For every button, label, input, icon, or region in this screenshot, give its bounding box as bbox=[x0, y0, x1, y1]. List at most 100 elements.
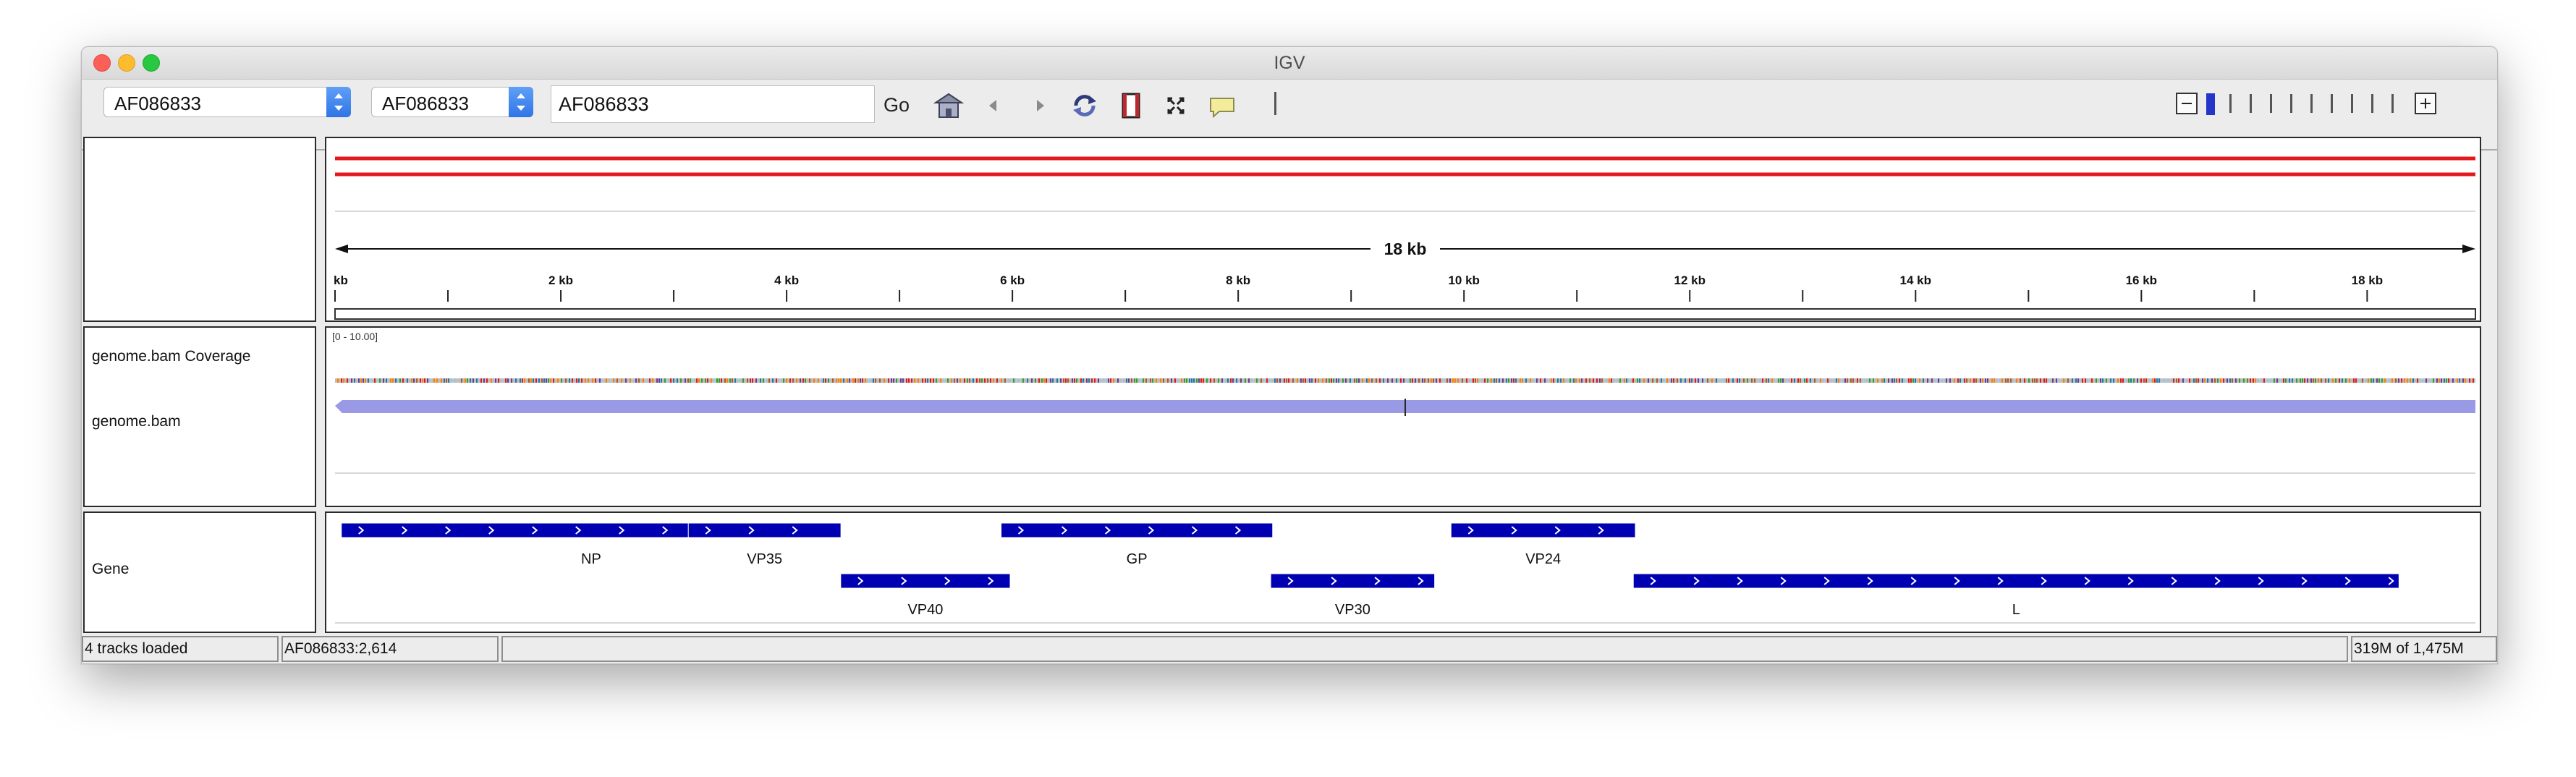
coverage-mismatch bbox=[820, 378, 821, 383]
coverage-mismatch bbox=[448, 378, 449, 383]
coverage-mismatch bbox=[1536, 378, 1538, 383]
zoom-level-tick[interactable] bbox=[2229, 94, 2232, 113]
zoom-out-icon[interactable] bbox=[2176, 93, 2198, 114]
gene-body[interactable] bbox=[1270, 573, 1436, 589]
zoom-level-tick[interactable] bbox=[2331, 94, 2333, 113]
gene-track-label[interactable]: Gene bbox=[92, 561, 129, 578]
ruler-tick-label: 2 kb bbox=[548, 273, 573, 287]
gene-feature-vp40[interactable]: VP40 bbox=[840, 573, 1011, 618]
gene-body[interactable] bbox=[840, 573, 1011, 589]
coverage-mismatch bbox=[1110, 378, 1111, 383]
coverage-mismatch bbox=[1431, 378, 1432, 383]
coverage-mismatch bbox=[1230, 378, 1232, 383]
coverage-mismatch bbox=[1919, 378, 1920, 383]
go-button[interactable]: Go bbox=[884, 94, 910, 116]
coverage-mismatch bbox=[1959, 378, 1961, 383]
zoom-level-tick[interactable] bbox=[2351, 94, 2353, 113]
coverage-mismatch bbox=[902, 378, 904, 383]
coverage-mismatch bbox=[383, 378, 384, 383]
coverage-mismatch bbox=[1256, 378, 1258, 383]
coverage-mismatch bbox=[1253, 378, 1254, 383]
zoom-level-tick[interactable] bbox=[2270, 94, 2272, 113]
coverage-mismatch bbox=[498, 378, 499, 383]
zoom-level-tick[interactable] bbox=[2391, 94, 2394, 113]
coverage-mismatch bbox=[2313, 378, 2314, 383]
gene-feature-gp[interactable]: GP bbox=[1001, 522, 1274, 567]
coverage-mismatch bbox=[1964, 378, 1965, 383]
coverage-mismatch bbox=[2217, 378, 2219, 383]
zoom-level-tick[interactable] bbox=[2371, 94, 2373, 113]
coverage-mismatch bbox=[927, 378, 928, 383]
coverage-mismatch bbox=[2444, 378, 2445, 383]
coverage-mismatch bbox=[1762, 378, 1763, 383]
coverage-mismatch bbox=[1637, 378, 1638, 383]
coverage-mismatch bbox=[2193, 378, 2195, 383]
coverage-mismatch bbox=[1076, 378, 1077, 383]
forward-icon[interactable] bbox=[1024, 90, 1056, 122]
coverage-mismatch bbox=[1050, 378, 1051, 383]
coverage-mismatch bbox=[1126, 378, 1127, 383]
zoom-in-icon[interactable] bbox=[2415, 93, 2436, 114]
zoom-level-tick[interactable] bbox=[2250, 94, 2252, 113]
gene-track[interactable]: NP VP35 VP40 GP VP30 VP24 L bbox=[326, 513, 2480, 632]
gene-feature-vp30[interactable]: VP30 bbox=[1270, 573, 1436, 618]
coverage-mismatch bbox=[1804, 378, 1805, 383]
coverage-mismatch bbox=[1775, 378, 1776, 383]
genome-dropdown[interactable]: AF086833 bbox=[103, 87, 351, 117]
gene-label: VP35 bbox=[747, 551, 782, 567]
coverage-mismatch bbox=[896, 378, 897, 383]
coverage-mismatch bbox=[1975, 378, 1977, 383]
locus-input[interactable] bbox=[551, 86, 881, 122]
popup-info-icon[interactable] bbox=[1206, 90, 1238, 122]
chromosome-dropdown[interactable]: AF086833 bbox=[371, 87, 533, 117]
gene-body[interactable] bbox=[687, 522, 842, 538]
ruler-scrollbar[interactable] bbox=[334, 308, 2476, 320]
coverage-mismatch bbox=[914, 378, 915, 383]
locus-input-box[interactable] bbox=[551, 85, 881, 123]
alignment-track-label[interactable]: genome.bam bbox=[92, 413, 181, 430]
zoom-widget[interactable] bbox=[2176, 93, 2436, 119]
gene-feature-l[interactable]: L bbox=[1632, 573, 2399, 618]
coverage-mismatch bbox=[2342, 378, 2343, 383]
ruler[interactable]: 18 kb kb 2 kb 4 kb 6 kb 8 kb 10 kb 12 kb 14 kb 16… bbox=[326, 138, 2480, 320]
region-of-interest-icon[interactable] bbox=[1115, 90, 1147, 122]
memory-status[interactable]: 319M of 1,475M bbox=[2351, 636, 2497, 662]
gene-body[interactable] bbox=[1450, 522, 1636, 538]
coverage-mismatch bbox=[670, 378, 671, 383]
fit-to-window-icon[interactable] bbox=[1160, 90, 1192, 122]
coverage-mismatch bbox=[1609, 378, 1610, 383]
gene-label: L bbox=[2012, 602, 2020, 618]
coverage-mismatch bbox=[1548, 378, 1549, 383]
coverage-mismatch bbox=[1022, 378, 1024, 383]
gene-feature-vp24[interactable]: VP24 bbox=[1450, 522, 1636, 567]
coverage-mismatch bbox=[1522, 378, 1523, 383]
back-icon[interactable] bbox=[978, 90, 1009, 122]
coverage-mismatch bbox=[2020, 378, 2021, 383]
gene-body[interactable] bbox=[1001, 522, 1274, 538]
zoom-level-tick[interactable] bbox=[2310, 94, 2313, 113]
coverage-mismatch bbox=[2211, 378, 2213, 383]
coverage-mismatch bbox=[1261, 378, 1262, 383]
coverage-mismatch bbox=[888, 378, 889, 383]
coverage-mismatch bbox=[1515, 378, 1517, 383]
coverage-mismatch bbox=[2263, 378, 2265, 383]
coverage-mismatch bbox=[2459, 378, 2460, 383]
coverage-mismatch bbox=[1499, 378, 1500, 383]
refresh-icon[interactable] bbox=[1069, 90, 1101, 122]
coverage-mismatch bbox=[1368, 378, 1370, 383]
coverage-mismatch bbox=[1422, 378, 1423, 383]
zoom-level-tick[interactable] bbox=[2290, 94, 2292, 113]
coverage-mismatch bbox=[1575, 378, 1577, 383]
coverage-mismatch bbox=[1857, 378, 1858, 383]
alignment-track[interactable] bbox=[326, 328, 2480, 506]
home-icon[interactable] bbox=[933, 90, 965, 122]
chevron-updown-icon[interactable] bbox=[326, 87, 351, 117]
coverage-track-label[interactable]: genome.bam Coverage bbox=[92, 348, 250, 365]
coverage-mismatch bbox=[2417, 378, 2418, 383]
gene-body[interactable] bbox=[1632, 573, 2399, 589]
zoom-level-selected[interactable] bbox=[2206, 93, 2215, 115]
coverage-mismatch bbox=[1689, 378, 1690, 383]
chevron-updown-icon[interactable] bbox=[509, 87, 533, 117]
gene-feature-vp35[interactable]: VP35 bbox=[687, 522, 842, 567]
coverage-mismatch bbox=[973, 378, 974, 383]
